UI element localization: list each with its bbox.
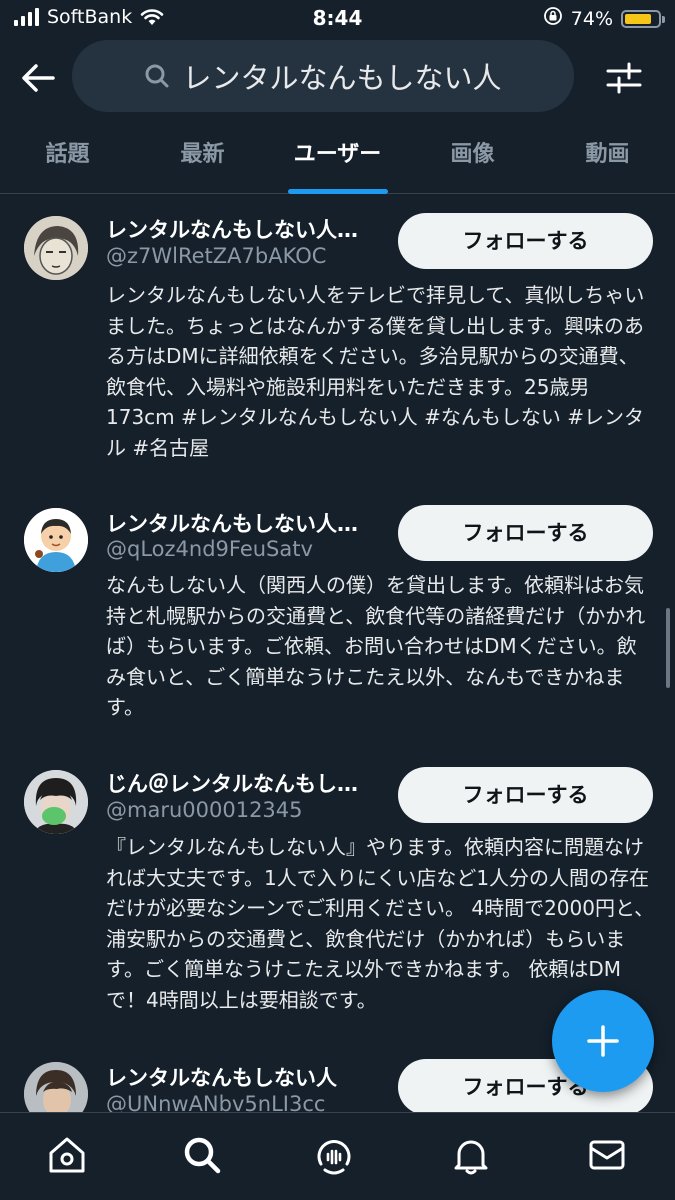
arrow-left-icon (22, 64, 55, 92)
follow-button[interactable]: フォローする (398, 213, 653, 269)
avatar[interactable] (24, 508, 88, 572)
tab-users[interactable]: ユーザー (270, 128, 405, 193)
avatar[interactable] (24, 770, 88, 834)
rotation-lock-icon (543, 6, 563, 31)
tab-images[interactable]: 画像 (405, 128, 540, 193)
search-icon (145, 64, 169, 88)
user-name: レンタルなんもしない人… (106, 512, 358, 536)
follow-button[interactable]: フォローする (398, 505, 653, 561)
battery-percent: 74% (570, 7, 613, 30)
nav-search[interactable] (180, 1133, 224, 1177)
avatar[interactable] (24, 216, 88, 280)
nav-spaces[interactable] (312, 1133, 356, 1177)
sliders-icon (606, 62, 642, 94)
user-bio: レンタルなんもしない人をテレビで拝見して、真似しちゃいました。ちょっとはなんかす… (106, 283, 645, 460)
status-right: 74% (543, 6, 665, 31)
user-handle: @UNnwANbv5nLI3cc (106, 1092, 326, 1112)
status-bar: SoftBank 8:44 74% (0, 0, 675, 40)
scrollbar[interactable] (666, 608, 670, 688)
user-handle: @maru000012345 (106, 798, 303, 822)
bottom-nav (0, 1112, 675, 1200)
search-input[interactable]: レンタルなんもしない人 (72, 40, 574, 112)
user-name: じん＠レンタルなんもし… (106, 772, 358, 796)
user-handle: @z7WlRetZA7bAKOC (106, 244, 327, 268)
follow-button[interactable]: フォローする (398, 767, 653, 823)
nav-home[interactable] (45, 1133, 89, 1177)
user-bio: なんもしない人（関西人の僕）を貸出します。依頼料はお気持と札幌駅からの交通費と、… (106, 573, 646, 719)
back-button[interactable] (16, 56, 60, 100)
tab-trending[interactable]: 話題 (0, 128, 135, 193)
compose-button[interactable] (552, 990, 654, 1092)
nav-messages[interactable] (585, 1133, 629, 1177)
battery-icon (621, 9, 665, 28)
search-icon (184, 1137, 221, 1174)
search-query: レンタルなんもしない人 (182, 61, 502, 95)
tab-latest[interactable]: 最新 (135, 128, 270, 193)
tab-videos[interactable]: 動画 (540, 128, 675, 193)
search-tabs: 話題 最新 ユーザー 画像 動画 (0, 128, 675, 194)
home-icon (49, 1137, 85, 1173)
user-name: レンタルなんもしない人 (106, 1066, 337, 1090)
mail-icon (589, 1140, 625, 1170)
bell-icon (454, 1140, 488, 1175)
plus-icon (587, 1025, 619, 1057)
user-name: レンタルなんもしない人… (106, 218, 358, 242)
spaces-icon (317, 1140, 351, 1175)
user-handle: @qLoz4nd9FeuSatv (106, 537, 313, 561)
filter-button[interactable] (600, 56, 648, 100)
user-bio: 『レンタルなんもしない人』やります。依頼内容に問題なければ大丈夫です。1人で入り… (106, 835, 655, 1010)
nav-notifications[interactable] (449, 1133, 493, 1177)
